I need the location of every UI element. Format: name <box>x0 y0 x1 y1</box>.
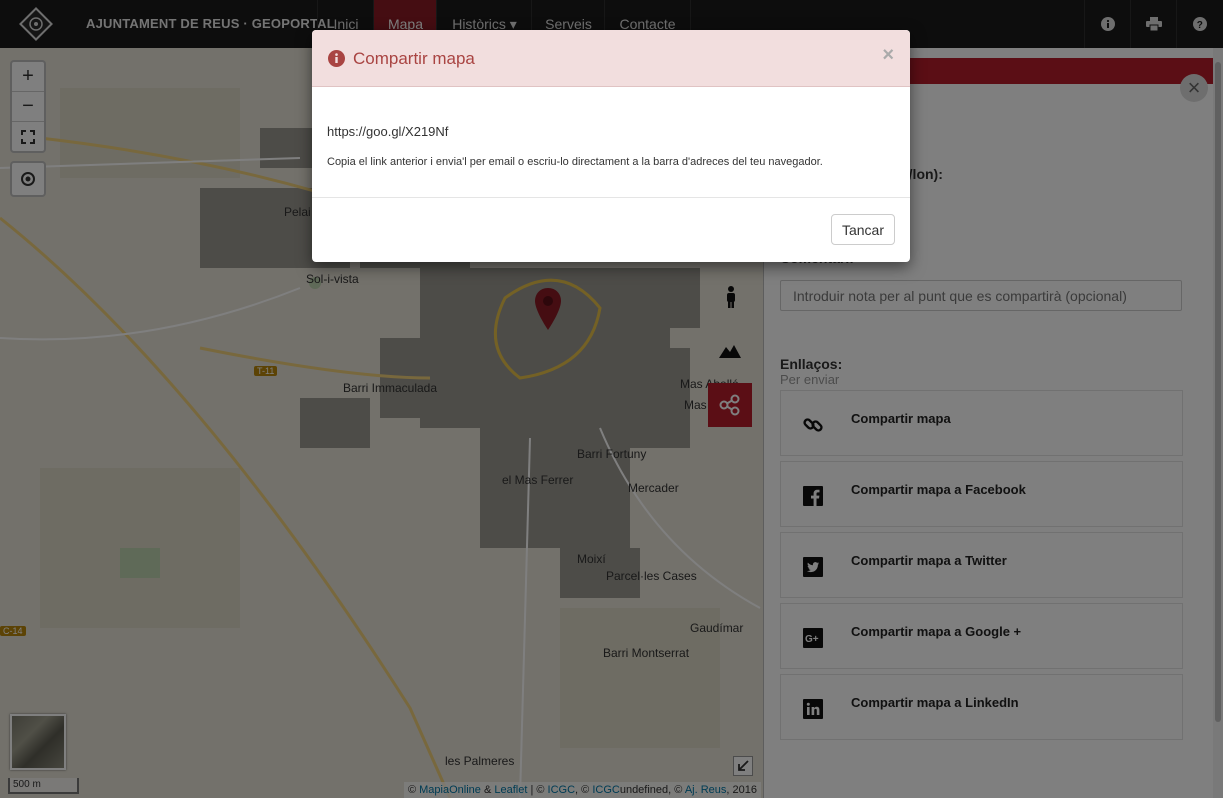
modal-header: Compartir mapa × <box>312 30 910 87</box>
modal-title: Compartir mapa <box>353 49 475 68</box>
modal-close-button[interactable]: × <box>882 44 894 67</box>
share-map-modal: Compartir mapa × https://goo.gl/X219Nf C… <box>312 30 910 262</box>
share-instructions: Copia el link anterior i envia'l per ema… <box>327 156 823 168</box>
info-circle-icon <box>328 50 345 67</box>
close-modal-button[interactable]: Tancar <box>831 214 895 245</box>
modal-footer-divider <box>312 197 910 198</box>
share-url[interactable]: https://goo.gl/X219Nf <box>327 124 448 139</box>
